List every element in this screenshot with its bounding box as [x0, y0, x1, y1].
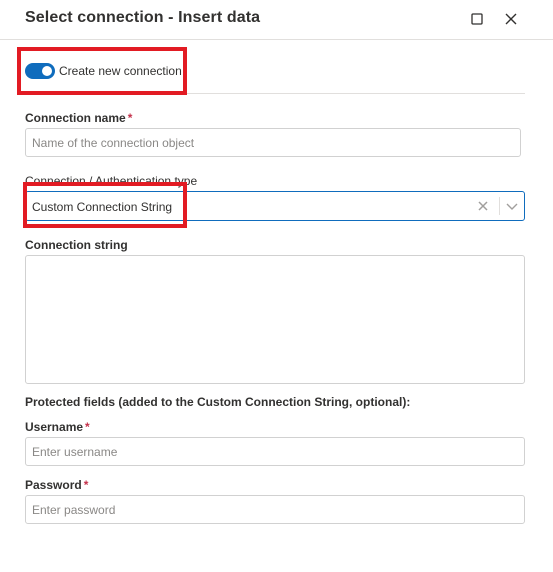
select-separator [499, 197, 500, 215]
auth-type-value: Custom Connection String [32, 200, 173, 214]
password-label: Password * [25, 478, 89, 492]
toggle-label: Create new connection [59, 64, 182, 78]
username-label: Username * [25, 420, 90, 434]
dialog-header: Select connection - Insert data [0, 0, 553, 40]
dialog-title: Select connection - Insert data [25, 9, 261, 26]
divider [25, 93, 525, 94]
create-connection-toggle-row: Create new connection [25, 60, 182, 82]
required-mark: * [85, 420, 90, 434]
close-button[interactable] [501, 9, 521, 29]
auth-type-select[interactable]: Custom Connection String [25, 191, 525, 221]
close-icon [505, 13, 517, 25]
auth-type-label: Connection / Authentication type [25, 174, 198, 188]
maximize-button[interactable] [467, 9, 487, 29]
chevron-down-icon[interactable] [505, 200, 519, 212]
password-input[interactable] [25, 495, 525, 524]
connection-name-label: Connection name * [25, 111, 133, 125]
connection-string-textarea[interactable] [25, 255, 525, 384]
required-mark: * [83, 478, 89, 492]
maximize-icon [471, 13, 483, 25]
clear-icon[interactable] [477, 200, 489, 212]
toggle-knob [42, 66, 52, 76]
create-connection-toggle[interactable] [25, 63, 55, 79]
connection-string-label: Connection string [25, 238, 128, 252]
username-input[interactable] [25, 437, 525, 466]
protected-fields-heading: Protected fields (added to the Custom Co… [25, 395, 411, 409]
required-mark: * [127, 111, 133, 125]
connection-name-input[interactable] [25, 128, 521, 157]
